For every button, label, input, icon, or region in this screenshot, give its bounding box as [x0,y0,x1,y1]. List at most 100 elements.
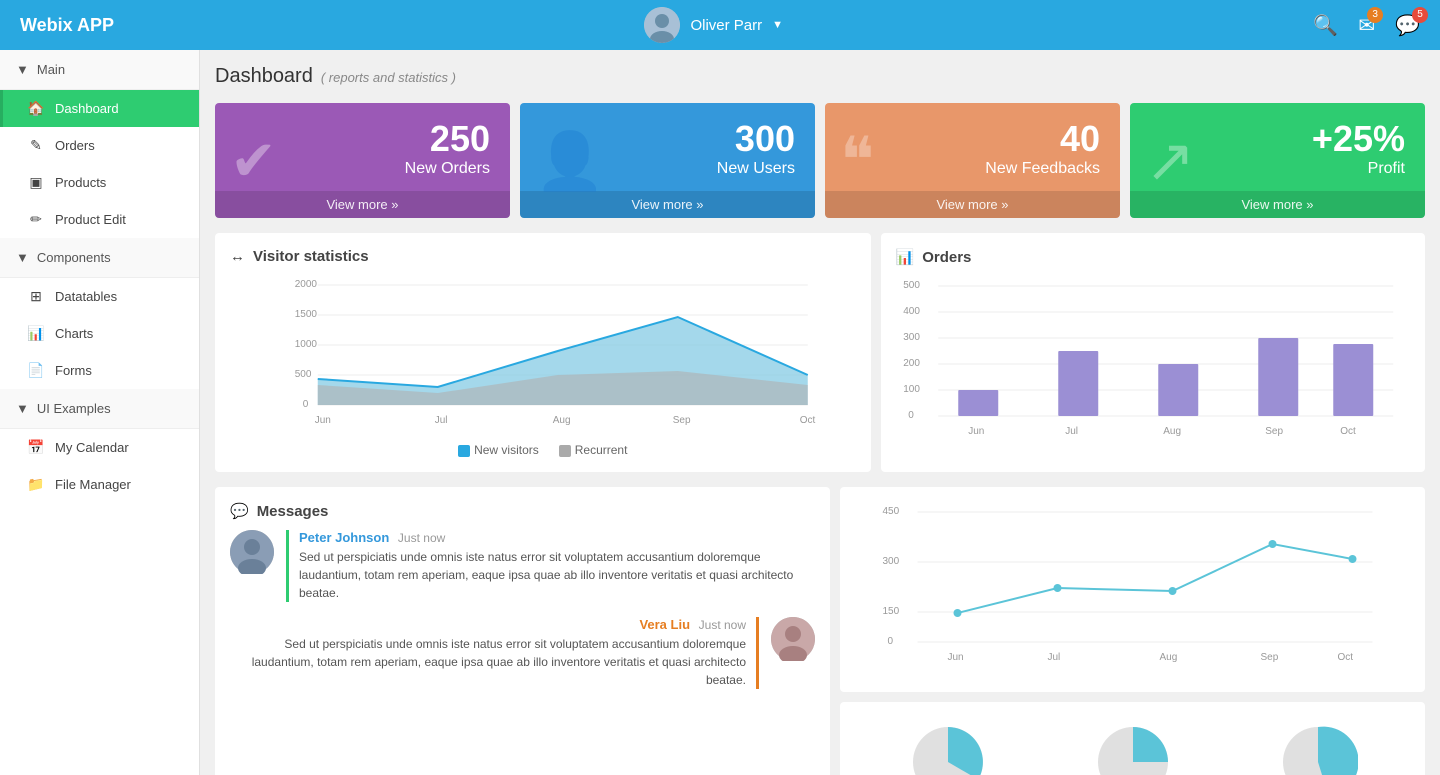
user-dropdown-icon[interactable]: ▼ [772,19,783,31]
message-sender-peter: Peter Johnson Just now [299,530,815,545]
sidebar-item-file-manager[interactable]: 📁 File Manager [0,466,199,503]
sidebar-item-forms[interactable]: 📄 Forms [0,352,199,389]
svg-text:1500: 1500 [295,309,318,320]
section-arrow: ▼ [16,401,29,416]
message-avatar-vera [771,617,815,661]
sidebar-section-components[interactable]: ▼ Components [0,238,199,278]
sidebar-item-orders[interactable]: ✎ Orders [0,127,199,164]
svg-text:Jun: Jun [968,426,984,437]
section-label: UI Examples [37,401,111,416]
orders-view-more[interactable]: View more » [215,191,510,218]
line-chart-panel: 450 300 150 0 [840,487,1425,692]
svg-text:Sep: Sep [1261,652,1279,663]
visitor-chart-legend: New visitors Recurrent [230,443,856,457]
users-bg-icon: 👤 [535,128,605,194]
sidebar-item-calendar[interactable]: 📅 My Calendar [0,429,199,466]
message-item: Peter Johnson Just now Sed ut perspiciat… [230,530,815,602]
sidebar-item-product-edit[interactable]: ✏ Product Edit [0,201,199,238]
user-profile[interactable]: Oliver Parr ▼ [644,7,783,43]
right-charts: 450 300 150 0 [840,487,1425,775]
stat-card-users: 👤 300 New Users View more » [520,103,815,218]
pie-chart-25 [1093,722,1173,775]
mail-badge: 3 [1367,7,1383,23]
message-body-peter: Peter Johnson Just now Sed ut perspiciat… [286,530,815,602]
sidebar-section-main[interactable]: ▼ Main [0,50,199,90]
svg-text:Oct: Oct [1340,426,1356,437]
section-label: Components [37,250,111,265]
message-avatar-peter [230,530,274,574]
line-chart-svg: 450 300 150 0 [855,502,1410,677]
visitor-chart-svg: 2000 1500 1000 500 0 [230,275,856,435]
products-icon: ▣ [27,174,45,191]
calendar-icon: 📅 [27,439,45,456]
message-text-peter: Sed ut perspiciatis unde omnis iste natu… [299,548,815,602]
svg-text:0: 0 [888,636,894,647]
sidebar-item-label: My Calendar [55,440,129,455]
svg-text:Oct: Oct [800,415,816,426]
stat-card-orders: ✔ 250 New Orders View more » [215,103,510,218]
visitor-chart-title: ↔ Visitor statistics [230,248,856,265]
search-icon[interactable]: 🔍 [1313,13,1338,38]
pie-item-25: 25 [1093,722,1173,775]
feedbacks-label: New Feedbacks [845,160,1100,178]
svg-text:100: 100 [903,384,920,395]
feedbacks-count: 40 [845,118,1100,160]
sidebar-item-label: Products [55,175,106,190]
orders-chart-title: 📊 Orders [896,248,1411,266]
svg-text:0: 0 [908,410,914,421]
svg-text:400: 400 [903,306,920,317]
sidebar-item-label: Forms [55,363,92,378]
svg-text:Jul: Jul [435,415,448,426]
sidebar-item-label: Orders [55,138,95,153]
users-view-more[interactable]: View more » [520,191,815,218]
sidebar-section-ui[interactable]: ▼ UI Examples [0,389,199,429]
sidebar-item-label: Dashboard [55,101,119,116]
sidebar-item-label: Datatables [55,289,117,304]
orders-chart-panel: 📊 Orders 500 400 300 200 100 0 [881,233,1426,472]
mail-icon[interactable]: ✉ 3 [1358,13,1375,38]
pie-item-30: 30 [908,722,988,775]
svg-text:Jul: Jul [1065,426,1078,437]
folder-icon: 📁 [27,476,45,493]
profit-bg-icon: ↗ [1145,126,1195,196]
page-subtitle: ( reports and statistics ) [321,70,456,85]
pie-item-45: 45 [1278,722,1358,775]
svg-text:Aug: Aug [1160,652,1178,663]
visitor-statistics-panel: ↔ Visitor statistics 2000 1500 1000 500 … [215,233,871,472]
charts-row-1: ↔ Visitor statistics 2000 1500 1000 500 … [215,233,1425,472]
svg-text:Aug: Aug [1163,426,1181,437]
chat-badge: 5 [1412,7,1428,23]
sidebar-item-datatables[interactable]: ⊞ Datatables [0,278,199,315]
messages-panel: 💬 Messages Peter Johnson Just now Sed ut… [215,487,830,775]
orders-chart-icon: 📊 [896,248,915,266]
orders-bg-icon: ✔ [230,128,277,194]
message-item-vera: Vera Liu Just now Sed ut perspiciatis un… [230,617,815,689]
datatables-icon: ⊞ [27,288,45,305]
messages-icon: 💬 [230,502,249,520]
sidebar-item-products[interactable]: ▣ Products [0,164,199,201]
message-time: Just now [398,531,445,545]
app-header: Webix APP Oliver Parr ▼ 🔍 ✉ 3 💬 5 [0,0,1440,50]
pie-charts-panel: 30 25 [840,702,1425,775]
sidebar-item-dashboard[interactable]: 🏠 Dashboard [0,90,199,127]
section-arrow: ▼ [16,250,29,265]
sidebar-item-label: Product Edit [55,212,126,227]
charts-icon: 📊 [27,325,45,342]
page-header: Dashboard ( reports and statistics ) [215,65,1425,88]
stat-cards: ✔ 250 New Orders View more » 👤 300 New U… [215,103,1425,218]
svg-text:Jun: Jun [315,415,331,426]
chat-icon[interactable]: 💬 5 [1395,13,1420,38]
sidebar-item-charts[interactable]: 📊 Charts [0,315,199,352]
messages-title: 💬 Messages [230,502,815,520]
svg-text:450: 450 [883,506,900,517]
svg-text:1000: 1000 [295,339,318,350]
message-time-vera: Just now [699,618,746,632]
visitor-icon: ↔ [230,248,245,265]
svg-text:Sep: Sep [673,415,691,426]
svg-text:2000: 2000 [295,279,318,290]
pie-charts-row: 30 25 [855,722,1410,775]
sidebar-item-label: Charts [55,326,93,341]
svg-text:Jul: Jul [1048,652,1061,663]
svg-text:500: 500 [295,369,312,380]
forms-icon: 📄 [27,362,45,379]
